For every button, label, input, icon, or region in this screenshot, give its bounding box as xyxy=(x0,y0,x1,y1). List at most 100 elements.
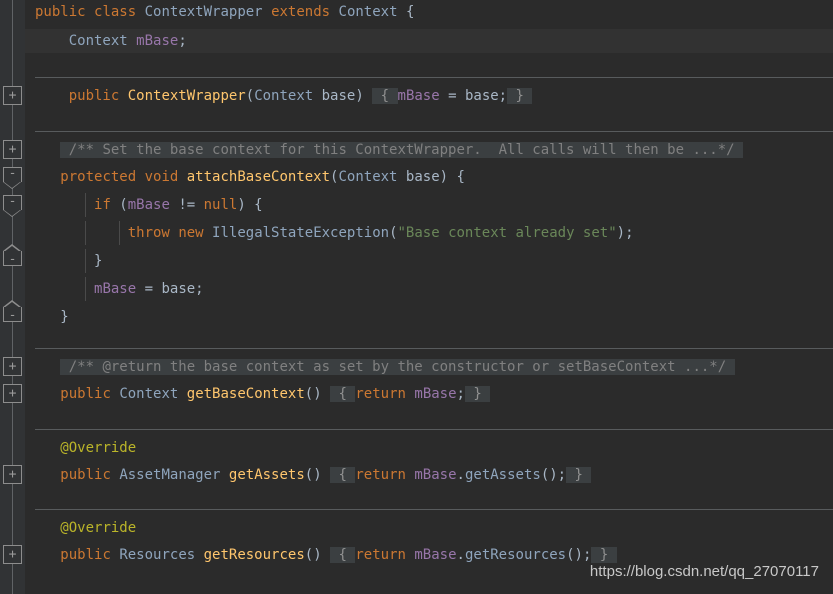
line-if-close-brace[interactable]: } xyxy=(25,249,833,273)
line-if-mbase-not-null[interactable]: if (mBase != null) { xyxy=(25,193,833,217)
fold-marker-getassets[interactable]: + xyxy=(3,465,22,484)
code-token: mBase xyxy=(136,33,179,49)
fold-marker-javadoc-attach[interactable]: + xyxy=(3,140,22,159)
code-token: public xyxy=(60,547,111,563)
code-token: ( xyxy=(110,197,128,213)
code-token: public xyxy=(60,467,111,483)
code-token: return xyxy=(355,386,406,402)
code-line-text: mBase = base; xyxy=(25,281,204,297)
code-token: return xyxy=(355,467,406,483)
code-content-area[interactable]: public class ContextWrapper extends Cont… xyxy=(25,0,833,594)
code-token: null xyxy=(203,197,238,213)
code-token: Context xyxy=(119,386,179,402)
line-field-mbase[interactable]: Context mBase; xyxy=(25,29,833,53)
code-line-text: public class ContextWrapper extends Cont… xyxy=(25,4,414,20)
line-javadoc-getbasecontext[interactable]: /** @return the base context as set by t… xyxy=(25,355,833,379)
code-token: getAssets xyxy=(464,467,541,483)
code-token: mBase xyxy=(127,197,170,213)
code-token: getResources xyxy=(464,547,567,563)
code-token: { xyxy=(372,88,398,104)
code-token: class xyxy=(94,4,137,20)
line-javadoc-attachbasecontext[interactable]: /** Set the base context for this Contex… xyxy=(25,138,833,162)
code-token: Context xyxy=(68,33,128,49)
fold-marker-if-block[interactable]: - xyxy=(3,195,22,217)
code-token: if xyxy=(94,197,111,213)
code-line-text: public Context getBaseContext() { return… xyxy=(25,386,491,402)
code-token: Context xyxy=(254,88,314,104)
code-token: { xyxy=(330,386,356,402)
fold-marker-constructor[interactable]: + xyxy=(3,86,22,105)
line-class-declaration[interactable]: public class ContextWrapper extends Cont… xyxy=(25,0,833,24)
code-token: ); xyxy=(616,225,634,241)
fold-marker-javadoc-getbase[interactable]: + xyxy=(3,357,22,376)
code-token: () xyxy=(304,467,331,483)
line-attachbasecontext-close[interactable]: } xyxy=(25,305,833,329)
code-token: . xyxy=(456,547,465,563)
method-separator xyxy=(35,131,833,132)
code-token: protected xyxy=(60,169,137,185)
line-constructor[interactable]: public ContextWrapper(Context base) { mB… xyxy=(25,84,833,108)
code-token: attachBaseContext xyxy=(186,169,331,185)
fold-marker-if-block-end[interactable]: - xyxy=(3,244,22,267)
code-token: throw xyxy=(127,225,170,241)
fold-marker-attachbasecontext[interactable]: - xyxy=(3,167,22,189)
fold-marker-attach-end[interactable]: - xyxy=(3,300,22,323)
code-token: { xyxy=(330,547,356,563)
fold-marker-getresources[interactable]: + xyxy=(3,545,22,564)
code-token: () xyxy=(304,547,331,563)
line-assign-mbase[interactable]: mBase = base; xyxy=(25,277,833,301)
code-token: = base; xyxy=(439,88,508,104)
code-token: getResources xyxy=(203,547,305,563)
code-line-text: @Override xyxy=(25,520,136,536)
code-token: ; xyxy=(456,386,465,402)
code-line-text: protected void attachBaseContext(Context… xyxy=(25,169,465,185)
code-token: /** @return the base context as set by t… xyxy=(60,359,735,375)
editor-gutter[interactable]: + + - - - - + + + + xyxy=(0,0,25,594)
code-line-text: /** @return the base context as set by t… xyxy=(25,359,735,375)
fold-marker-getbasecontext[interactable]: + xyxy=(3,384,22,403)
code-token: ( xyxy=(245,88,255,104)
code-line-text: throw new IllegalStateException("Base co… xyxy=(25,225,634,241)
line-throw-illegalstate[interactable]: throw new IllegalStateException("Base co… xyxy=(25,221,833,245)
code-token: void xyxy=(144,169,179,185)
watermark-url: https://blog.csdn.net/qq_27070117 xyxy=(589,563,819,580)
line-override-getassets[interactable]: @Override xyxy=(25,436,833,460)
line-override-getresources[interactable]: @Override xyxy=(25,516,833,540)
code-token: mBase xyxy=(94,281,137,297)
code-line-text: public ContextWrapper(Context base) { mB… xyxy=(25,88,533,104)
code-token: Context xyxy=(338,4,398,20)
code-token: } xyxy=(464,386,491,402)
line-getbasecontext[interactable]: public Context getBaseContext() { return… xyxy=(25,382,833,406)
code-editor[interactable]: + + - - - - + + + + public class ContextWrapper e… xyxy=(0,0,833,594)
method-separator xyxy=(35,429,833,430)
code-token: ContextWrapper xyxy=(144,4,263,20)
code-token: . xyxy=(456,467,465,483)
code-token: @Override xyxy=(60,440,137,456)
code-token: @Override xyxy=(60,520,137,536)
code-token: new xyxy=(178,225,204,241)
code-token: base) xyxy=(313,88,373,104)
code-token: } xyxy=(566,467,592,483)
code-token: } xyxy=(507,88,533,104)
line-getassets[interactable]: public AssetManager getAssets() { return… xyxy=(25,463,833,487)
line-attachbasecontext-signature[interactable]: protected void attachBaseContext(Context… xyxy=(25,165,833,189)
